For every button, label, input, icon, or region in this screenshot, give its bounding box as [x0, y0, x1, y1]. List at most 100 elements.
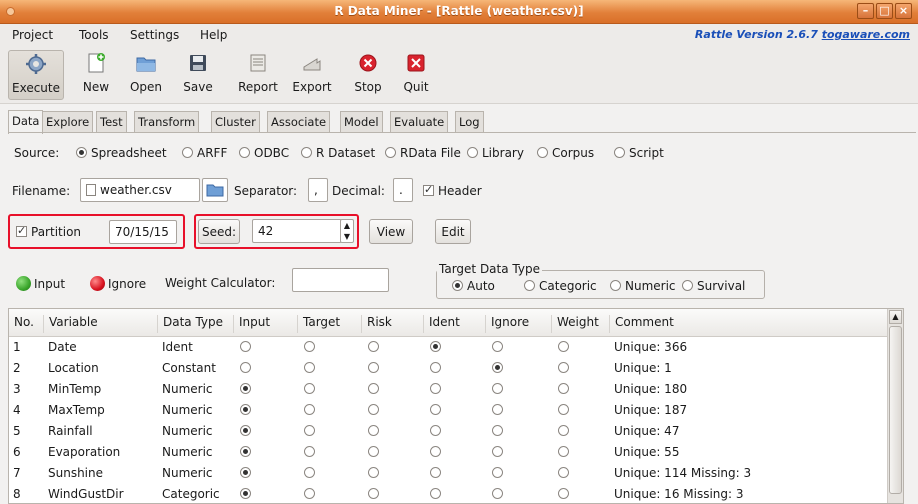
- column-header-variable[interactable]: Variable: [43, 315, 98, 333]
- role-target-radio[interactable]: [304, 403, 315, 417]
- role-ident-radio[interactable]: [430, 466, 441, 480]
- role-ident-radio[interactable]: [430, 487, 441, 501]
- role-ident-radio[interactable]: [430, 340, 441, 354]
- role-risk-radio[interactable]: [368, 403, 379, 417]
- role-input-radio[interactable]: [240, 487, 251, 501]
- table-row[interactable]: 6 Evaporation Numeric Unique: 55: [9, 442, 889, 463]
- role-risk-radio[interactable]: [368, 424, 379, 438]
- menu-tools[interactable]: Tools: [79, 28, 109, 42]
- menu-settings[interactable]: Settings: [130, 28, 179, 42]
- tab-data[interactable]: Data: [8, 110, 44, 134]
- target-type-auto[interactable]: Auto: [452, 279, 495, 293]
- role-risk-radio[interactable]: [368, 340, 379, 354]
- role-weight-radio[interactable]: [558, 424, 569, 438]
- file-browse-button[interactable]: [202, 178, 228, 202]
- column-header-ident[interactable]: Ident: [423, 315, 460, 333]
- stop-button[interactable]: Stop: [348, 50, 388, 100]
- role-weight-radio[interactable]: [558, 382, 569, 396]
- role-ignore-radio[interactable]: [492, 403, 503, 417]
- role-target-radio[interactable]: [304, 361, 315, 375]
- edit-button[interactable]: Edit: [435, 219, 471, 244]
- role-weight-radio[interactable]: [558, 466, 569, 480]
- source-option-r-dataset[interactable]: R Dataset: [301, 146, 375, 160]
- partition-checkbox[interactable]: Partition: [16, 224, 81, 239]
- role-ignore-radio[interactable]: [492, 382, 503, 396]
- column-header-comment[interactable]: Comment: [609, 315, 674, 333]
- column-header-ignore[interactable]: Ignore: [485, 315, 529, 333]
- minimize-icon[interactable]: –: [857, 3, 874, 19]
- role-ignore-radio[interactable]: [492, 361, 503, 375]
- role-weight-radio[interactable]: [558, 361, 569, 375]
- close-icon[interactable]: ×: [895, 3, 912, 19]
- decimal-input[interactable]: .: [393, 178, 413, 202]
- role-ident-radio[interactable]: [430, 361, 441, 375]
- quit-button[interactable]: Quit: [396, 50, 436, 100]
- role-target-radio[interactable]: [304, 445, 315, 459]
- seed-input[interactable]: 42: [252, 219, 342, 243]
- new-button[interactable]: New: [76, 50, 116, 100]
- target-type-survival[interactable]: Survival: [682, 279, 745, 293]
- role-ignore-radio[interactable]: [492, 340, 503, 354]
- menu-project[interactable]: Project: [12, 28, 53, 42]
- role-risk-radio[interactable]: [368, 466, 379, 480]
- partition-input[interactable]: 70/15/15: [109, 220, 177, 244]
- role-weight-radio[interactable]: [558, 487, 569, 501]
- tab-test[interactable]: Test: [96, 111, 127, 133]
- input-role-toggle[interactable]: Input: [16, 276, 65, 291]
- report-button[interactable]: Report: [234, 50, 282, 100]
- tab-explore[interactable]: Explore: [42, 111, 94, 133]
- column-header-target[interactable]: Target: [297, 315, 340, 333]
- tab-transform[interactable]: Transform: [134, 111, 200, 133]
- table-row[interactable]: 1 Date Ident Unique: 366: [9, 337, 889, 358]
- role-weight-radio[interactable]: [558, 445, 569, 459]
- header-checkbox[interactable]: Header: [423, 183, 482, 198]
- column-header-risk[interactable]: Risk: [361, 315, 392, 333]
- source-option-spreadsheet[interactable]: Spreadsheet: [76, 146, 167, 160]
- source-option-script[interactable]: Script: [614, 146, 664, 160]
- tab-model[interactable]: Model: [340, 111, 383, 133]
- table-row[interactable]: 7 Sunshine Numeric Unique: 114 Missing: 3: [9, 463, 889, 484]
- role-target-radio[interactable]: [304, 340, 315, 354]
- save-button[interactable]: Save: [178, 50, 218, 100]
- source-option-rdata-file[interactable]: RData File: [385, 146, 461, 160]
- tab-log[interactable]: Log: [455, 111, 484, 133]
- source-option-library[interactable]: Library: [467, 146, 524, 160]
- separator-input[interactable]: ,: [308, 178, 328, 202]
- view-button[interactable]: View: [369, 219, 413, 244]
- role-ident-radio[interactable]: [430, 403, 441, 417]
- table-row[interactable]: 2 Location Constant Unique: 1: [9, 358, 889, 379]
- source-option-odbc[interactable]: ODBC: [239, 146, 289, 160]
- togaware-link[interactable]: togaware.com: [822, 28, 910, 41]
- role-input-radio[interactable]: [240, 382, 251, 396]
- filename-chooser[interactable]: weather.csv: [80, 178, 200, 202]
- role-ignore-radio[interactable]: [492, 424, 503, 438]
- column-header-no[interactable]: No.: [9, 315, 34, 333]
- table-row[interactable]: 8 WindGustDir Categoric Unique: 16 Missing:…: [9, 484, 889, 503]
- seed-button[interactable]: Seed:: [198, 219, 240, 244]
- tab-associate[interactable]: Associate: [267, 111, 331, 133]
- open-button[interactable]: Open: [124, 50, 168, 100]
- role-ignore-radio[interactable]: [492, 466, 503, 480]
- role-risk-radio[interactable]: [368, 361, 379, 375]
- role-input-radio[interactable]: [240, 403, 251, 417]
- column-header-data-type[interactable]: Data Type: [157, 315, 223, 333]
- ignore-role-toggle[interactable]: Ignore: [90, 276, 146, 291]
- role-target-radio[interactable]: [304, 487, 315, 501]
- role-risk-radio[interactable]: [368, 487, 379, 501]
- scroll-up-icon[interactable]: ▲: [889, 310, 902, 324]
- role-weight-radio[interactable]: [558, 403, 569, 417]
- target-type-numeric[interactable]: Numeric: [610, 279, 676, 293]
- role-ident-radio[interactable]: [430, 424, 441, 438]
- role-weight-radio[interactable]: [558, 340, 569, 354]
- role-target-radio[interactable]: [304, 424, 315, 438]
- seed-spinner[interactable]: ▲ ▼: [340, 219, 354, 243]
- role-ignore-radio[interactable]: [492, 445, 503, 459]
- export-button[interactable]: Export: [286, 50, 338, 100]
- execute-button[interactable]: Execute: [8, 50, 64, 100]
- role-input-radio[interactable]: [240, 340, 251, 354]
- role-target-radio[interactable]: [304, 382, 315, 396]
- role-input-radio[interactable]: [240, 424, 251, 438]
- scroll-thumb[interactable]: [889, 326, 902, 494]
- source-option-arff[interactable]: ARFF: [182, 146, 227, 160]
- role-ident-radio[interactable]: [430, 382, 441, 396]
